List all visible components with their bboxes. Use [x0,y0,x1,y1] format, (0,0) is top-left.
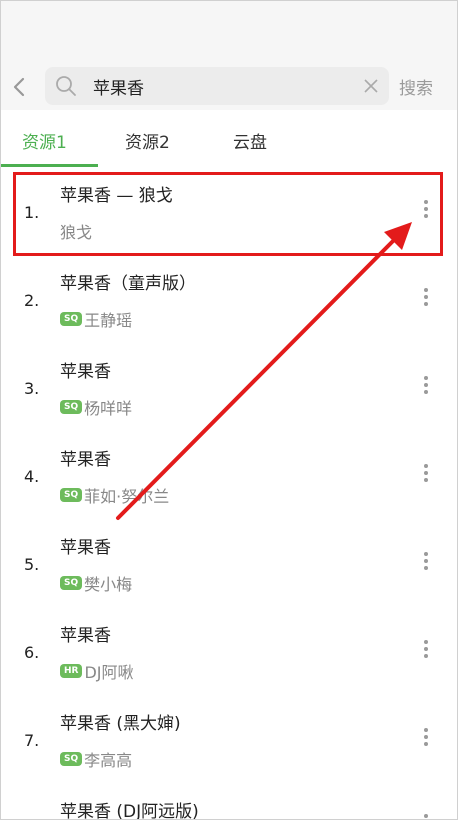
artist-name: 李高高 [84,751,133,770]
item-number: 1. [24,203,40,222]
tab-cloud[interactable]: 云盘 [233,128,267,153]
list-item[interactable]: 2. 苹果香（童声版） SQ 王静瑶 [0,255,458,343]
item-number: 5. [24,555,40,574]
song-title: 苹果香 [60,450,111,470]
back-button[interactable] [6,72,32,102]
artist-name: 杨咩咩 [84,399,133,418]
song-title: 苹果香（童声版） [60,274,196,294]
more-options-button[interactable] [418,549,434,577]
clear-icon[interactable] [363,78,379,94]
tab-source-1[interactable]: 资源1 [22,128,67,153]
more-options-button[interactable] [418,373,434,401]
search-box[interactable] [45,67,389,105]
quality-badge: SQ [60,752,83,766]
song-title: 苹果香 (黑大婶) [60,714,181,734]
quality-badge: HR [60,664,83,678]
search-button[interactable]: 搜索 [399,74,433,99]
song-title: 苹果香 (DJ阿远版) [60,802,199,820]
song-title: 苹果香 [60,538,111,558]
more-options-button[interactable] [418,811,434,820]
top-bar: 搜索 [0,0,458,110]
more-options-button[interactable] [418,285,434,313]
song-title: 苹果香 — 狼戈 [60,186,173,206]
search-icon [56,76,76,96]
more-options-button[interactable] [418,197,434,225]
list-item[interactable]: 3. 苹果香 SQ 杨咩咩 [0,343,458,431]
artist-name: DJ阿啾 [84,663,134,682]
item-number: 6. [24,643,40,662]
tab-bar: 资源1 资源2 云盘 [0,110,458,167]
artist-line: SQ 杨咩咩 [60,395,132,419]
more-options-button[interactable] [418,461,434,489]
list-item[interactable]: 6. 苹果香 HR DJ阿啾 [0,607,458,695]
quality-badge: SQ [60,400,83,414]
item-number: 4. [24,467,40,486]
list-item[interactable]: 1. 苹果香 — 狼戈 狼戈 [0,167,458,255]
list-item[interactable]: 7. 苹果香 (黑大婶) SQ 李高高 [0,695,458,783]
chevron-left-icon [13,77,25,97]
artist-line: SQ 樊小梅 [60,571,132,595]
more-options-button[interactable] [418,637,434,665]
item-number: 2. [24,291,40,310]
artist-line: SQ 王静瑶 [60,307,132,331]
quality-badge: SQ [60,576,83,590]
artist-line: 狼戈 [60,219,92,243]
quality-badge: SQ [60,312,83,326]
artist-name: 菲如·努尔兰 [84,487,170,506]
item-number: 3. [24,379,40,398]
quality-badge: SQ [60,488,83,502]
artist-line: SQ 菲如·努尔兰 [60,483,169,507]
song-title: 苹果香 [60,626,111,646]
artist-name: 樊小梅 [84,575,133,594]
more-options-button[interactable] [418,725,434,753]
item-number: 7. [24,731,40,750]
artist-name: 王静瑶 [84,311,133,330]
artist-name: 狼戈 [60,223,93,242]
list-item[interactable]: 5. 苹果香 SQ 樊小梅 [0,519,458,607]
search-input[interactable] [93,73,343,99]
list-item[interactable]: 4. 苹果香 SQ 菲如·努尔兰 [0,431,458,519]
artist-line: SQ 李高高 [60,747,132,771]
tab-source-2[interactable]: 资源2 [125,128,170,153]
list-item[interactable]: 苹果香 (DJ阿远版) [0,783,458,820]
song-title: 苹果香 [60,362,111,382]
artist-line: HR DJ阿啾 [60,659,134,683]
